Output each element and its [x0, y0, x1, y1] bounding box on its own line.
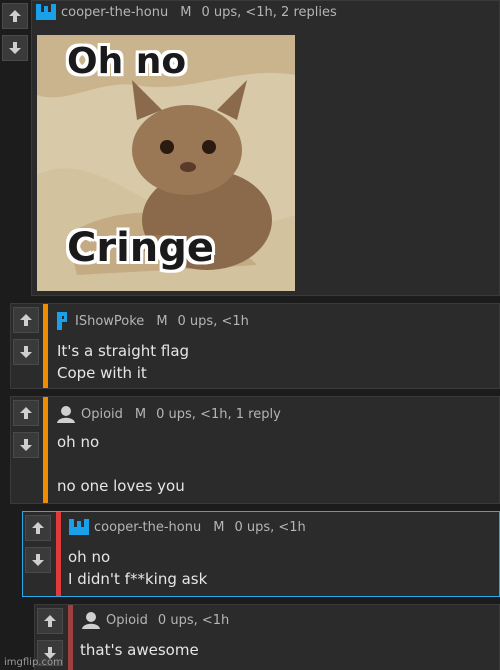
watermark: imgflip.com [4, 657, 63, 668]
downvote-button[interactable] [2, 35, 28, 61]
comment-stats: 0 ups, <1h [177, 313, 249, 329]
username[interactable]: Opioid [106, 613, 148, 628]
upvote-button[interactable] [2, 3, 28, 29]
username[interactable]: IShowPoke [75, 314, 144, 329]
arrow-down-icon [9, 42, 21, 54]
user-avatar-icon[interactable] [68, 517, 90, 537]
mod-badge: M [180, 4, 192, 20]
comment-2: IShowPoke M 0 ups, <1h It's a straight f… [10, 303, 500, 389]
comment-5: Opioid 0 ups, <1h that's awesome [34, 604, 500, 670]
comment-line: no one loves you [57, 477, 185, 495]
username[interactable]: cooper-the-honu [94, 520, 201, 535]
thread-accent-bar [43, 397, 48, 503]
comment-header: Opioid 0 ups, <1h [80, 609, 229, 631]
arrow-up-icon [32, 522, 44, 534]
user-avatar-icon[interactable] [55, 311, 71, 331]
downvote-button[interactable] [25, 547, 51, 573]
thread-accent-bar [43, 304, 48, 388]
upvote-button[interactable] [25, 515, 51, 541]
downvote-button[interactable] [13, 432, 39, 458]
mod-badge: M [156, 313, 168, 329]
upvote-button[interactable] [13, 307, 39, 333]
comment-header: cooper-the-honu M 0 ups, <1h [68, 516, 306, 538]
arrow-up-icon [9, 10, 21, 22]
comment-line: oh no [68, 548, 111, 566]
comment-body: oh no no one loves you [57, 431, 185, 497]
comment-line: Cope with it [57, 364, 147, 382]
upvote-button[interactable] [13, 400, 39, 426]
comment-header: Opioid M 0 ups, <1h, 1 reply [55, 403, 281, 425]
comment-line: I didn't f**king ask [68, 570, 208, 588]
user-avatar-icon[interactable] [35, 2, 57, 22]
comment-line [57, 453, 185, 475]
comment-3: Opioid M 0 ups, <1h, 1 reply oh no no on… [10, 396, 500, 504]
thread-accent-bar [56, 512, 61, 596]
mod-badge: M [134, 406, 147, 422]
username[interactable]: cooper-the-honu [61, 5, 168, 20]
comment-1: cooper-the-honu M 0 ups, <1h, 2 replies … [31, 0, 500, 296]
arrow-down-icon [32, 554, 44, 566]
comment-stats: 0 ups, <1h [157, 612, 230, 628]
meme-top-text: Oh no [67, 41, 187, 82]
user-avatar-icon[interactable] [80, 610, 102, 630]
comment-body: It's a straight flag Cope with it [57, 340, 189, 384]
arrow-down-icon [20, 439, 32, 451]
meme-image[interactable]: Oh no Cringe [37, 35, 295, 291]
arrow-up-icon [20, 407, 32, 419]
thread-accent-bar [68, 605, 73, 670]
comment-body: that's awesome [80, 639, 199, 661]
comment-line: It's a straight flag [57, 342, 190, 360]
comment-line: oh no [57, 433, 100, 451]
comment-header: cooper-the-honu M 0 ups, <1h, 2 replies [35, 1, 337, 23]
comment-stats: 0 ups, <1h, 2 replies [201, 4, 337, 20]
username[interactable]: Opioid [81, 407, 123, 422]
meme-bottom-text: Cringe [67, 225, 215, 271]
downvote-button[interactable] [13, 339, 39, 365]
arrow-down-icon [20, 346, 32, 358]
comment-body: oh no I didn't f**king ask [68, 546, 207, 590]
mod-badge: M [213, 519, 225, 535]
comment-stats: 0 ups, <1h, 1 reply [156, 406, 281, 422]
comment-4: cooper-the-honu M 0 ups, <1h oh no I did… [22, 511, 500, 597]
upvote-button[interactable] [37, 608, 63, 634]
arrow-up-icon [20, 314, 32, 326]
user-avatar-icon[interactable] [55, 404, 77, 424]
comment-header: IShowPoke M 0 ups, <1h [55, 310, 249, 332]
comment-stats: 0 ups, <1h [234, 519, 306, 535]
comment-line: that's awesome [80, 641, 199, 659]
arrow-up-icon [44, 615, 56, 627]
